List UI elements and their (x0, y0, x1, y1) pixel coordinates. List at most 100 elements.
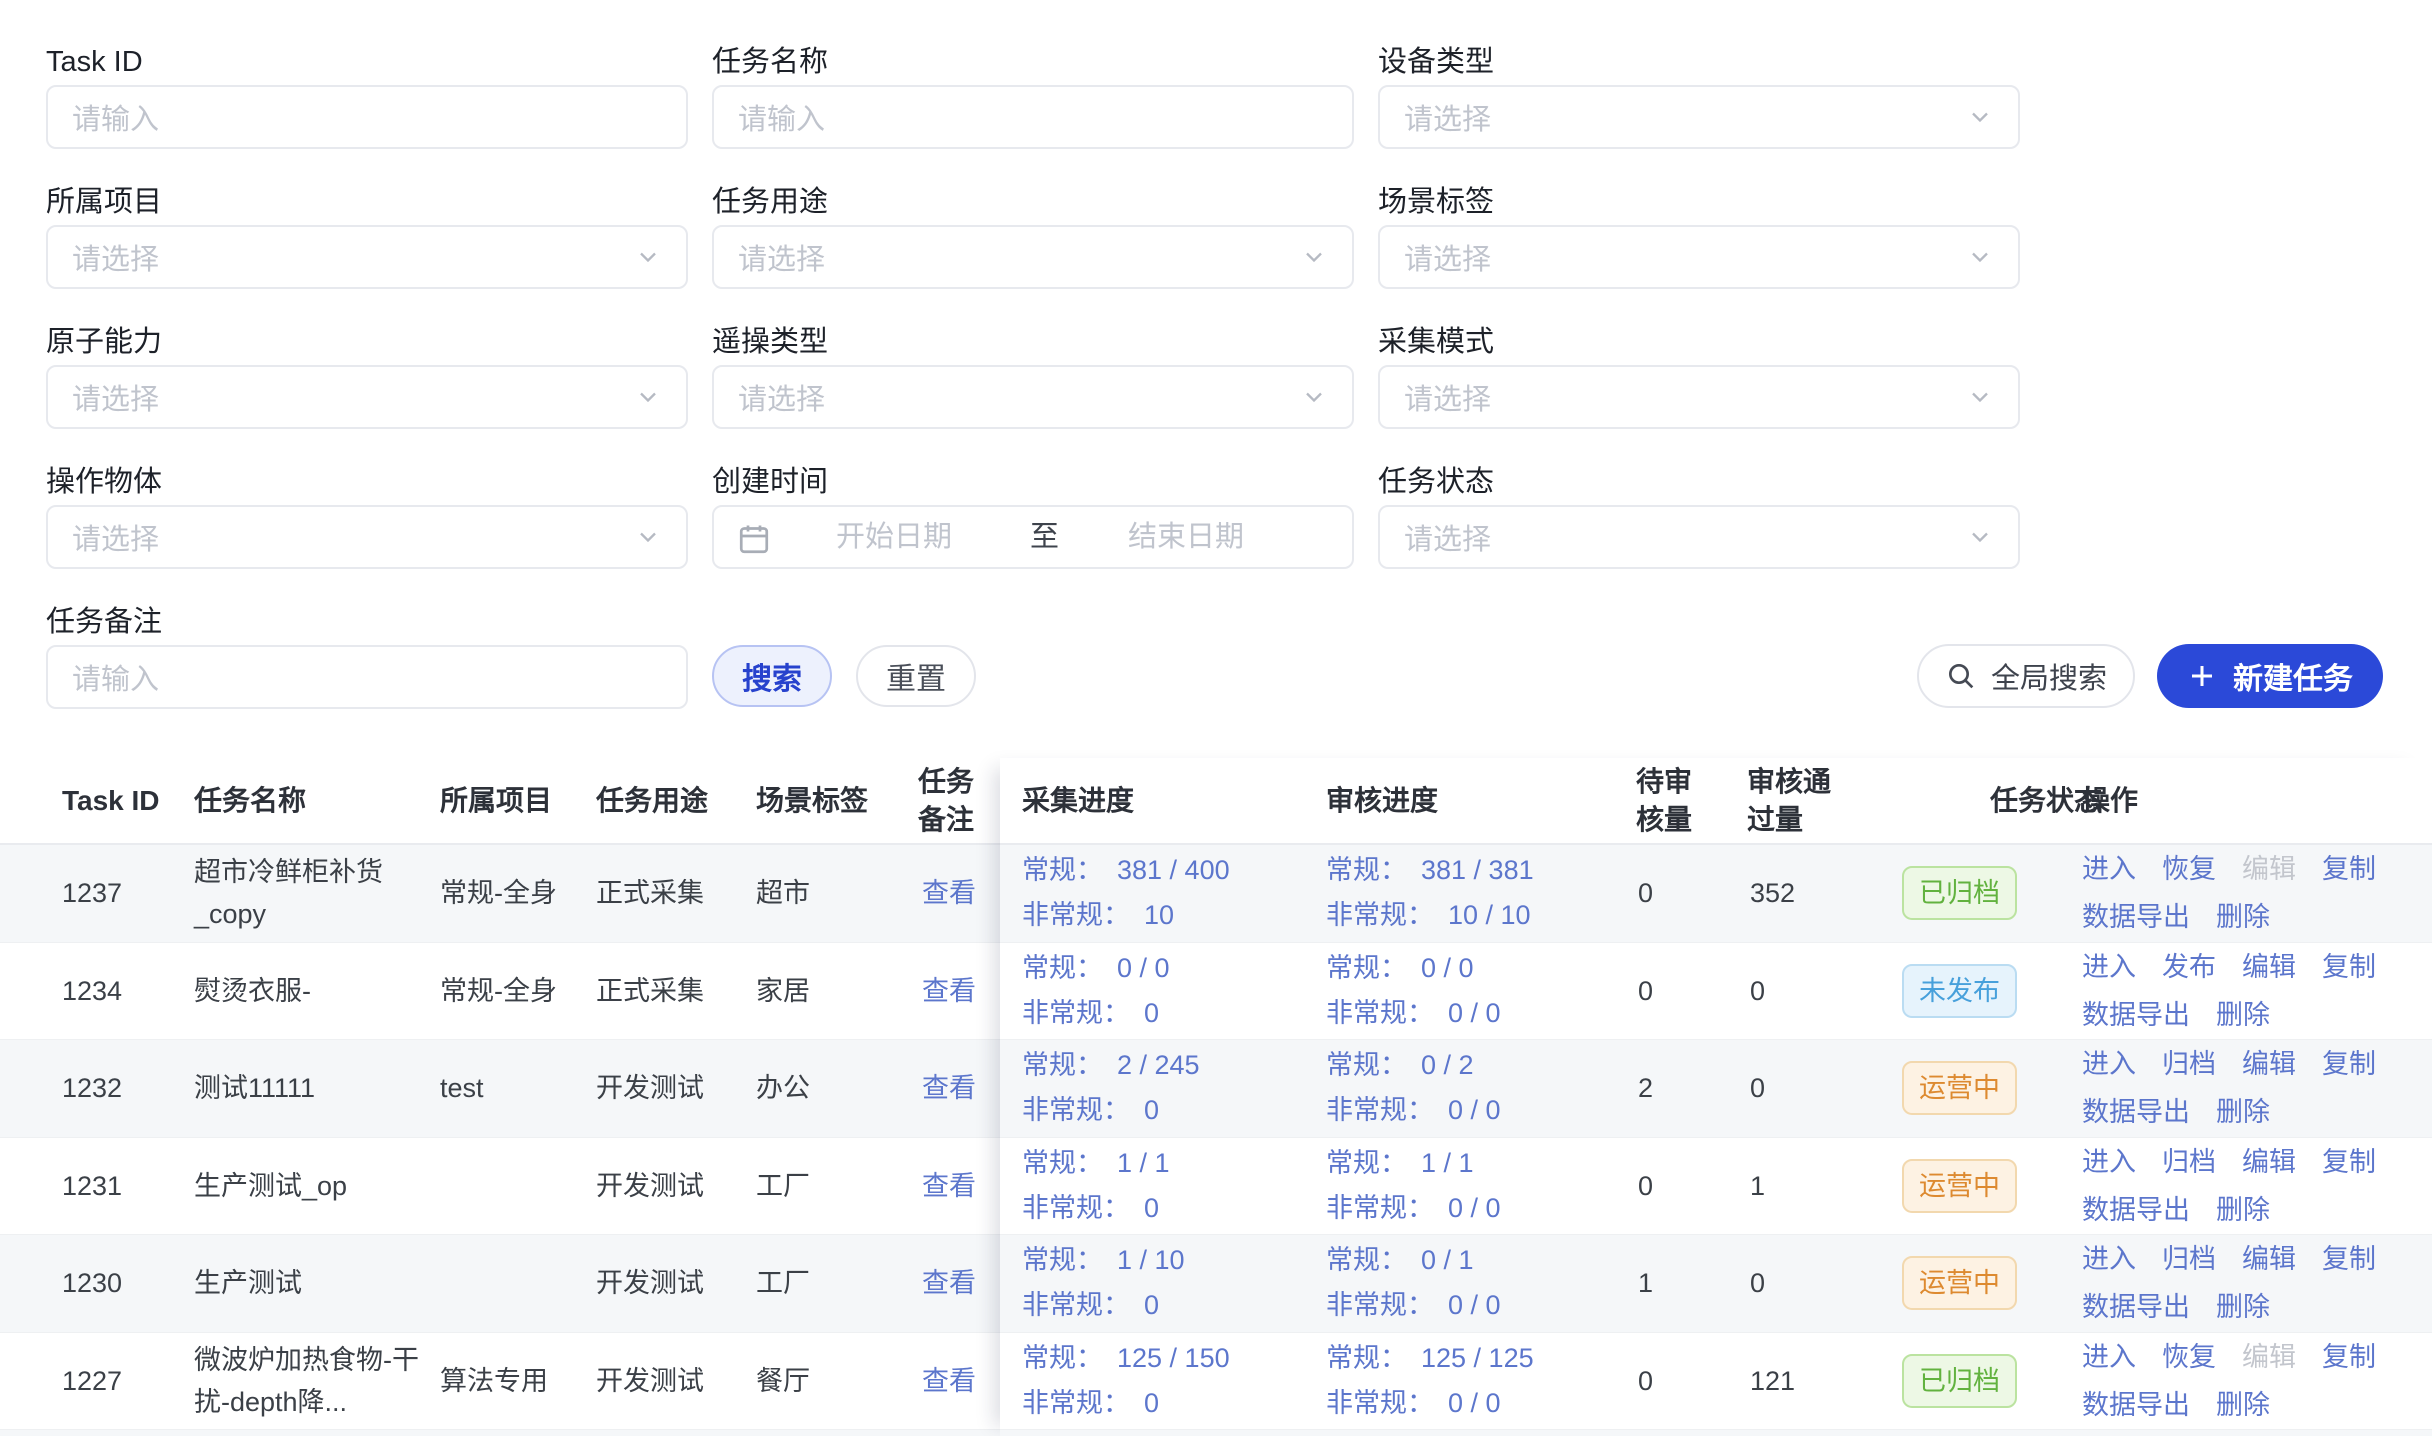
remark-view-link[interactable]: 查看 (922, 872, 976, 914)
collect-progress: 常规：0 / 0 非常规：0 (1022, 946, 1314, 1036)
action-delete[interactable]: 删除 (2216, 994, 2270, 1036)
chevron-down-icon (1966, 383, 1994, 411)
task-remark-input[interactable]: 请输入 (46, 645, 688, 709)
action-delete[interactable]: 删除 (2216, 1091, 2270, 1133)
field-label: 任务状态 (1378, 464, 2020, 500)
col-project: 所属项目 (440, 758, 552, 843)
review-progress: 常规：125 / 125 非常规：0 / 0 (1326, 1336, 1618, 1426)
action-delete[interactable]: 删除 (2216, 1286, 2270, 1328)
action-restore[interactable]: 恢复 (2162, 1336, 2216, 1378)
action-enter[interactable]: 进入 (2082, 1336, 2136, 1378)
task-status-select[interactable]: 请选择 (1378, 505, 2020, 569)
pending-count: 1 (1638, 1262, 1653, 1304)
scene-cell: 工厂 (756, 1165, 810, 1207)
action-archive[interactable]: 归档 (2162, 1238, 2216, 1280)
action-copy[interactable]: 复制 (2322, 1336, 2376, 1378)
search-icon (1945, 660, 1977, 692)
action-delete[interactable]: 删除 (2216, 896, 2270, 938)
table-row: 1231 生产测试_op 开发测试 工厂 查看 (0, 1138, 1000, 1236)
action-delete[interactable]: 删除 (2216, 1384, 2270, 1426)
action-enter[interactable]: 进入 (2082, 946, 2136, 988)
filter-create-time: 创建时间 开始日期 至 结束日期 (712, 464, 1354, 500)
table-row: 1230 生产测试 开发测试 工厂 查看 (0, 1235, 1000, 1333)
action-export[interactable]: 数据导出 (2082, 1091, 2190, 1133)
action-restore[interactable]: 恢复 (2162, 848, 2216, 890)
action-publish[interactable]: 发布 (2162, 946, 2216, 988)
action-export[interactable]: 数据导出 (2082, 994, 2190, 1036)
filter-task-status: 任务状态 请选择 (1378, 464, 2020, 500)
chevron-down-icon (1300, 383, 1328, 411)
project-cell: 算法专用 (440, 1360, 560, 1402)
reset-button[interactable]: 重置 (856, 645, 976, 707)
atomic-ability-select[interactable]: 请选择 (46, 365, 688, 429)
purpose-cell: 开发测试 (596, 1360, 704, 1402)
task-id-input[interactable]: 请输入 (46, 85, 688, 149)
action-delete[interactable]: 删除 (2216, 1189, 2270, 1231)
device-type-select[interactable]: 请选择 (1378, 85, 2020, 149)
review-progress: 常规：0 / 2 非常规：0 / 0 (1326, 1043, 1618, 1133)
chevron-down-icon (1966, 243, 1994, 271)
action-edit[interactable]: 编辑 (2242, 1238, 2296, 1280)
remark-view-link[interactable]: 查看 (922, 970, 976, 1012)
next-row-sliver (1000, 1430, 2432, 1436)
action-export[interactable]: 数据导出 (2082, 896, 2190, 938)
status-badge: 已归档 (1902, 1354, 2017, 1408)
pending-count: 0 (1638, 1165, 1653, 1207)
action-export[interactable]: 数据导出 (2082, 1286, 2190, 1328)
remark-view-link[interactable]: 查看 (922, 1262, 976, 1304)
action-copy[interactable]: 复制 (2322, 1238, 2376, 1280)
teleop-type-select[interactable]: 请选择 (712, 365, 1354, 429)
review-progress: 常规：0 / 0 非常规：0 / 0 (1326, 946, 1618, 1036)
status-badge: 运营中 (1902, 1256, 2017, 1310)
task-id-cell: 1230 (62, 1262, 122, 1304)
action-edit[interactable]: 编辑 (2242, 1141, 2296, 1183)
action-export[interactable]: 数据导出 (2082, 1384, 2190, 1426)
status-badge: 运营中 (1902, 1061, 2017, 1115)
create-time-range-picker[interactable]: 开始日期 至 结束日期 (712, 505, 1354, 569)
action-edit[interactable]: 编辑 (2242, 1043, 2296, 1085)
scene-tag-select[interactable]: 请选择 (1378, 225, 2020, 289)
table-header: Task ID 任务名称 所属项目 任务用途 场景标签 任务备注 (0, 758, 1000, 845)
action-archive[interactable]: 归档 (2162, 1141, 2216, 1183)
global-search-button[interactable]: 全局搜索 (1917, 644, 2135, 708)
action-enter[interactable]: 进入 (2082, 1043, 2136, 1085)
action-enter[interactable]: 进入 (2082, 1238, 2136, 1280)
action-archive[interactable]: 归档 (2162, 1043, 2216, 1085)
table-row: 常规：0 / 0 非常规：0 常规：0 / 0 非常规：0 / 0 0 0 未发… (1000, 943, 2432, 1041)
action-export[interactable]: 数据导出 (2082, 1189, 2190, 1231)
plus-icon (2187, 661, 2217, 691)
action-copy[interactable]: 复制 (2322, 1043, 2376, 1085)
collect-mode-select[interactable]: 请选择 (1378, 365, 2020, 429)
action-copy[interactable]: 复制 (2322, 1141, 2376, 1183)
end-date-input[interactable]: 结束日期 (1128, 507, 1244, 567)
remark-view-link[interactable]: 查看 (922, 1165, 976, 1207)
project-select[interactable]: 请选择 (46, 225, 688, 289)
search-button[interactable]: 搜索 (712, 645, 832, 707)
filter-task-remark: 任务备注 请输入 (46, 604, 688, 640)
purpose-cell: 正式采集 (596, 970, 704, 1012)
actions-cell: 进入 归档 编辑 复制 数据导出 删除 (2082, 1043, 2416, 1133)
remark-view-link[interactable]: 查看 (922, 1067, 976, 1109)
purpose-cell: 开发测试 (596, 1165, 704, 1207)
action-copy[interactable]: 复制 (2322, 848, 2376, 890)
status-badge: 已归档 (1902, 866, 2017, 920)
task-name-cell: 生产测试 (194, 1262, 428, 1304)
start-date-input[interactable]: 开始日期 (836, 507, 952, 567)
task-purpose-select[interactable]: 请选择 (712, 225, 1354, 289)
action-copy[interactable]: 复制 (2322, 946, 2376, 988)
task-name-input[interactable]: 请输入 (712, 85, 1354, 149)
field-label: 原子能力 (46, 324, 688, 360)
action-enter[interactable]: 进入 (2082, 1141, 2136, 1183)
new-task-button[interactable]: 新建任务 (2157, 644, 2383, 708)
action-enter[interactable]: 进入 (2082, 848, 2136, 890)
status-badge: 未发布 (1902, 964, 2017, 1018)
new-task-label: 新建任务 (2233, 654, 2353, 698)
col-scene: 场景标签 (756, 758, 868, 843)
table-row: 常规：1 / 10 非常规：0 常规：0 / 1 非常规：0 / 0 1 0 运… (1000, 1235, 2432, 1333)
remark-view-link[interactable]: 查看 (922, 1360, 976, 1402)
action-edit[interactable]: 编辑 (2242, 946, 2296, 988)
col-collect-progress: 采集进度 (1022, 758, 1134, 843)
filter-task-name: 任务名称 请输入 (712, 44, 1354, 80)
operation-object-select[interactable]: 请选择 (46, 505, 688, 569)
table-row: 常规：125 / 150 非常规：0 常规：125 / 125 非常规：0 / … (1000, 1333, 2432, 1431)
